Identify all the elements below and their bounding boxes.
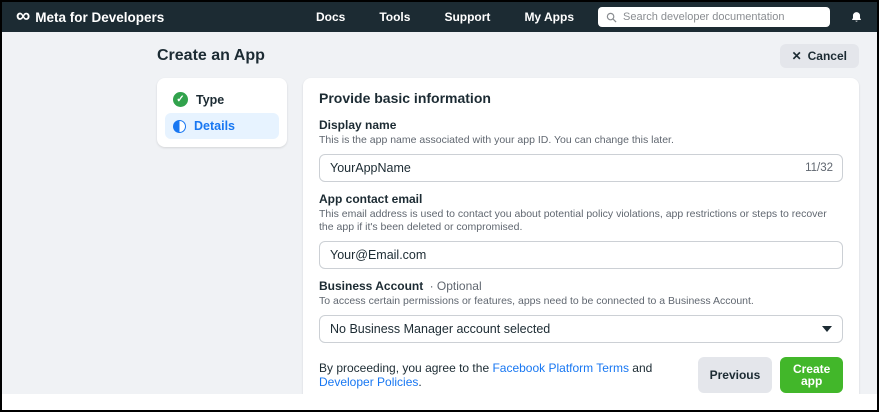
nav-link-docs[interactable]: Docs	[316, 10, 345, 24]
step-type-label: Type	[196, 92, 225, 107]
platform-terms-link[interactable]: Facebook Platform Terms	[492, 361, 629, 375]
bottom-strip	[2, 394, 877, 410]
cancel-button-label: Cancel	[807, 49, 847, 63]
display-name-input-wrap: 11/32	[319, 153, 843, 182]
page-header: Create an App ✕ Cancel	[157, 44, 859, 68]
contact-email-input[interactable]	[319, 240, 843, 269]
nav-link-support[interactable]: Support	[444, 10, 490, 24]
footer-buttons: Previous Create app	[697, 356, 843, 393]
contact-email-field: App contact email This email address is …	[319, 192, 843, 269]
search-bar[interactable]	[598, 7, 830, 27]
step-details[interactable]: Details	[165, 113, 279, 139]
step-type[interactable]: ✓ Type	[165, 86, 279, 113]
meta-logo-icon: ∞	[16, 5, 31, 27]
optional-tag: · Optional	[429, 278, 482, 293]
business-account-helper: To access certain permissions or feature…	[319, 294, 754, 307]
content-area: ✓ Type Details Provide basic information…	[157, 78, 859, 394]
brand[interactable]: ∞ Meta for Developers	[16, 5, 165, 27]
search-icon	[606, 12, 617, 23]
business-account-label: Business Account · Optional	[319, 279, 843, 293]
agreement-middle: and	[628, 360, 653, 375]
page-title: Create an App	[157, 47, 265, 64]
brand-name: Meta for Developers	[35, 9, 165, 25]
contact-email-input-wrap	[319, 240, 843, 269]
display-name-input[interactable]	[319, 153, 843, 182]
chevron-down-icon	[822, 325, 832, 332]
agreement-suffix: .	[418, 374, 422, 389]
bell-icon[interactable]	[850, 11, 863, 24]
agreement-text: By proceeding, you agree to the Facebook…	[319, 361, 698, 389]
check-circle-icon: ✓	[173, 92, 188, 107]
business-account-label-text: Business Account	[319, 278, 424, 293]
form-footer: By proceeding, you agree to the Facebook…	[319, 356, 843, 393]
previous-button[interactable]: Previous	[697, 356, 773, 393]
display-name-field: Display name This is the app name associ…	[319, 118, 843, 182]
display-name-helper: This is the app name associated with you…	[319, 134, 674, 146]
agreement-prefix: By proceeding, you agree to the	[319, 360, 493, 375]
contact-email-label: App contact email	[319, 191, 423, 206]
business-account-field: Business Account · Optional To access ce…	[319, 279, 843, 343]
char-counter: 11/32	[805, 161, 833, 174]
stepper: ✓ Type Details	[157, 78, 287, 147]
nav-link-tools[interactable]: Tools	[379, 10, 410, 24]
business-account-select[interactable]: No Business Manager account selected	[319, 314, 843, 343]
close-icon: ✕	[791, 49, 802, 63]
page-body: Create an App ✕ Cancel ✓ Type Details Pr…	[2, 32, 877, 394]
top-navbar: ∞ Meta for Developers Docs Tools Support…	[2, 2, 877, 32]
basic-info-form: Provide basic information Display name T…	[303, 78, 859, 394]
navbar-links: Docs Tools Support My Apps	[316, 10, 574, 24]
create-app-button[interactable]: Create app	[780, 356, 843, 393]
developer-policies-link[interactable]: Developer Policies	[319, 375, 418, 389]
contact-email-helper: This email address is used to contact yo…	[319, 207, 827, 234]
business-account-selected-value: No Business Manager account selected	[330, 321, 551, 336]
form-heading: Provide basic information	[319, 90, 491, 106]
cancel-button[interactable]: ✕ Cancel	[779, 44, 859, 68]
search-input[interactable]	[623, 11, 822, 23]
step-details-label: Details	[194, 119, 235, 133]
half-progress-icon	[173, 119, 186, 133]
app-window: ∞ Meta for Developers Docs Tools Support…	[0, 0, 879, 412]
nav-link-my-apps[interactable]: My Apps	[524, 10, 574, 24]
display-name-label: Display name	[319, 118, 397, 132]
